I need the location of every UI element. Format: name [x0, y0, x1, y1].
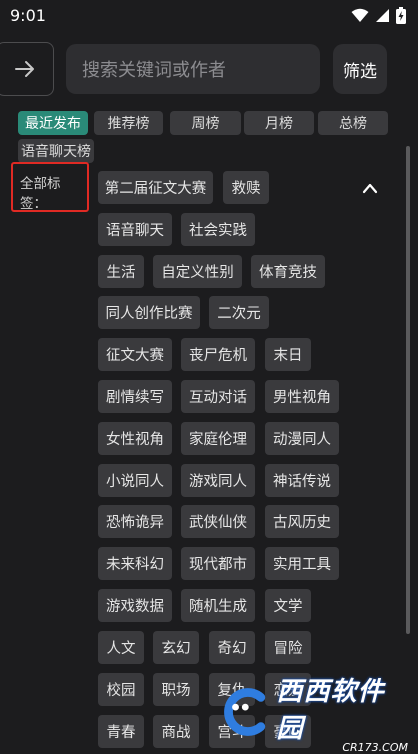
tag-item[interactable]: 实用工具 [265, 547, 339, 580]
tag-item[interactable]: 社会实践 [181, 213, 255, 246]
status-bar: 9:01 [0, 0, 418, 30]
arrow-right-icon [15, 61, 34, 77]
watermark-sub: CR173.COM [342, 740, 408, 754]
tag-item[interactable]: 职场 [153, 673, 199, 706]
tag-item[interactable]: 现代都市 [181, 547, 255, 580]
status-time: 9:01 [10, 5, 46, 25]
filter-button[interactable]: 筛选 [333, 44, 387, 94]
back-button[interactable] [0, 42, 54, 96]
tag-item[interactable]: 校园 [98, 673, 144, 706]
watermark-title: 西西软件园 [276, 676, 385, 744]
tag-item[interactable]: 生活 [98, 255, 144, 288]
tag-item[interactable]: 商战 [153, 715, 199, 748]
tag-item[interactable]: 征文大赛 [98, 338, 172, 371]
tag-item[interactable]: 体育竞技 [251, 255, 325, 288]
wifi-icon [351, 8, 369, 22]
tag-item[interactable]: 奇幻 [209, 631, 255, 664]
tag-item[interactable]: 人文 [98, 631, 144, 664]
all-tags-label: 全部标签： [11, 162, 89, 212]
tag-item[interactable]: 男性视角 [265, 380, 339, 413]
tag-item[interactable]: 第二届征文大赛 [98, 171, 213, 204]
tag-item[interactable]: 家庭伦理 [181, 422, 255, 455]
search-input[interactable]: 搜索关键词或作者 [66, 44, 320, 94]
tag-item[interactable]: 自定义性别 [153, 255, 242, 288]
tag-item[interactable]: 武侠仙侠 [181, 505, 255, 538]
tag-item[interactable]: 冒险 [265, 631, 311, 664]
tab-voice-chat[interactable]: 语音聊天榜 [18, 139, 94, 163]
battery-icon [396, 6, 406, 24]
chevron-up-icon[interactable] [362, 182, 378, 194]
tag-item[interactable]: 恐怖诡异 [98, 505, 172, 538]
tab-monthly[interactable]: 月榜 [244, 111, 314, 135]
tag-item[interactable]: 末日 [265, 338, 311, 371]
tag-item[interactable]: 小说同人 [98, 464, 172, 497]
tag-item[interactable]: 女性视角 [98, 422, 172, 455]
tag-item[interactable]: 未来科幻 [98, 547, 172, 580]
tab-recommended[interactable]: 推荐榜 [94, 111, 163, 135]
tag-item[interactable]: 随机生成 [181, 589, 255, 622]
tab-latest[interactable]: 最近发布 [18, 111, 88, 135]
tag-item[interactable]: 神话传说 [265, 464, 339, 497]
tag-item[interactable]: 动漫同人 [265, 422, 339, 455]
signal-icon [376, 8, 389, 22]
tag-item[interactable]: 语音聊天 [98, 213, 172, 246]
tag-item[interactable]: 二次元 [209, 296, 269, 329]
tab-weekly[interactable]: 周榜 [170, 111, 241, 135]
tag-item[interactable]: 救赎 [223, 171, 269, 204]
tag-item[interactable]: 互动对话 [181, 380, 255, 413]
tab-total[interactable]: 总榜 [318, 111, 388, 135]
tag-item[interactable]: 玄幻 [153, 631, 199, 664]
tag-item[interactable]: 游戏同人 [181, 464, 255, 497]
tag-item[interactable]: 青春 [98, 715, 144, 748]
watermark-logo [224, 688, 266, 736]
tag-item[interactable]: 同人创作比赛 [98, 296, 200, 329]
tag-item[interactable]: 游戏数据 [98, 589, 172, 622]
tag-item[interactable]: 古风历史 [265, 505, 339, 538]
status-icons [351, 6, 406, 24]
tag-item[interactable]: 丧尸危机 [181, 338, 255, 371]
tag-item[interactable]: 文学 [265, 589, 311, 622]
watermark: 西西软件园 CR173.COM [218, 677, 408, 754]
search-placeholder: 搜索关键词或作者 [82, 60, 226, 81]
tag-item[interactable]: 剧情续写 [98, 380, 172, 413]
scrollbar[interactable] [406, 146, 410, 634]
